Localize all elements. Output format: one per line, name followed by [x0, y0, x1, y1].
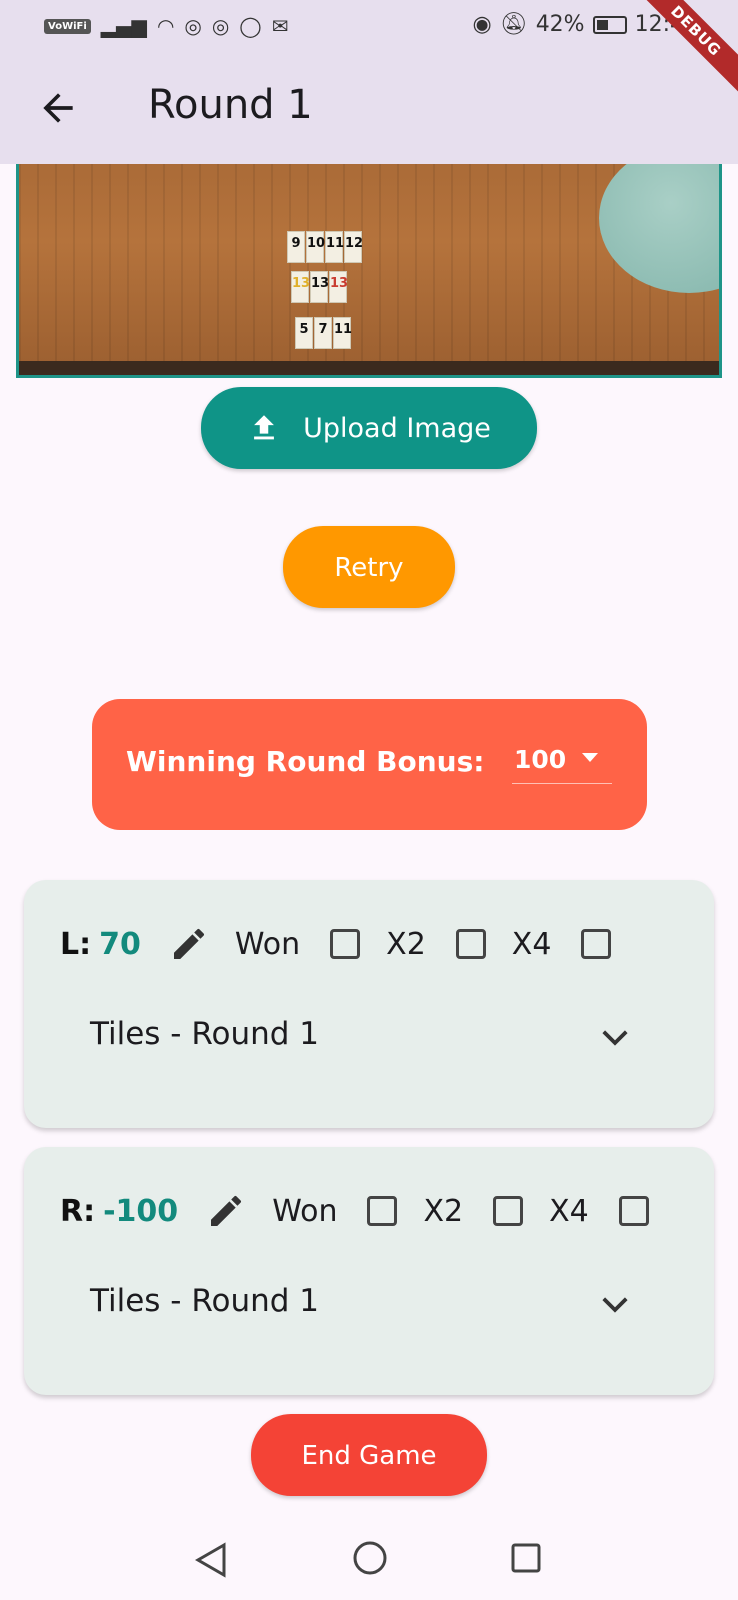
x4-label: X4	[511, 926, 552, 962]
tile: 9	[287, 231, 305, 263]
nav-recents-icon[interactable]	[510, 1542, 542, 1574]
retry-button[interactable]: Retry	[283, 526, 455, 608]
battery-percent: 42%	[535, 12, 585, 37]
score-row: L: 70 Won X2 X4	[60, 924, 612, 964]
tile-row: 13 13 13	[291, 271, 348, 303]
back-arrow-icon[interactable]	[36, 86, 80, 130]
won-label: Won	[234, 926, 301, 962]
tiles-dropdown[interactable]: Tiles - Round 1	[90, 1008, 630, 1068]
x4-label: X4	[549, 1193, 589, 1229]
nav-home-icon[interactable]	[352, 1540, 388, 1576]
x2-label: X2	[386, 926, 426, 962]
player-tag: R:	[60, 1193, 96, 1229]
edit-icon[interactable]	[206, 1191, 246, 1231]
sync-icon: ◯	[239, 14, 262, 38]
tiles-dropdown[interactable]: Tiles - Round 1	[90, 1275, 630, 1335]
score-row: R: -100 Won X2 X4	[60, 1191, 649, 1231]
eye-icon: ◉	[472, 12, 492, 37]
wifi-icon: ◠	[156, 14, 175, 38]
status-left: VoWiFi ▂▄▆ ◠ ◎ ◎ ◯ ✉	[44, 14, 288, 38]
won-label: Won	[272, 1193, 338, 1229]
player-card-l: L: 70 Won X2 X4 Tiles - Round 1	[24, 880, 714, 1128]
upload-image-button[interactable]: Upload Image	[201, 387, 537, 469]
upload-icon	[254, 415, 275, 440]
instagram-icon: ◎	[184, 14, 202, 38]
edit-icon[interactable]	[169, 924, 209, 964]
x2-checkbox[interactable]	[455, 929, 486, 959]
system-nav-bar	[0, 1520, 738, 1600]
tile: 7	[314, 317, 332, 349]
x4-checkbox[interactable]	[618, 1196, 649, 1226]
dropdown-arrow-icon	[582, 753, 598, 762]
battery-icon	[592, 15, 627, 34]
player-score: -100	[103, 1193, 179, 1229]
status-bar: VoWiFi ▂▄▆ ◠ ◎ ◎ ◯ ✉ ◉ 🔕︎ 42% 12:42 DEBU…	[0, 0, 738, 104]
tile: 13	[291, 271, 310, 303]
tile-row: 5 7 11	[295, 317, 352, 349]
plate-decoration	[599, 153, 719, 293]
won-checkbox[interactable]	[330, 929, 361, 959]
upload-label: Upload Image	[303, 412, 491, 444]
bonus-label: Winning Round Bonus:	[126, 745, 485, 778]
table-edge	[19, 361, 719, 375]
tiles-label: Tiles - Round 1	[90, 1283, 319, 1319]
player-score: 70	[99, 926, 141, 962]
x2-checkbox[interactable]	[493, 1196, 524, 1226]
mute-icon: 🔕︎	[499, 12, 528, 37]
won-checkbox[interactable]	[367, 1196, 398, 1226]
end-game-button[interactable]: End Game	[251, 1414, 487, 1496]
mail-icon: ✉	[271, 14, 289, 38]
tile-row: 9 10 11 12	[287, 231, 363, 263]
x4-checkbox[interactable]	[581, 929, 612, 959]
instagram-icon: ◎	[211, 14, 230, 38]
tile: 13	[310, 271, 329, 303]
signal-icon: ▂▄▆	[100, 14, 147, 38]
tile: 11	[333, 317, 352, 349]
app-bar: Round 1	[0, 54, 738, 164]
player-card-r: R: -100 Won X2 X4 Tiles - Round 1	[24, 1147, 714, 1395]
bonus-card: Winning Round Bonus: 100	[92, 699, 647, 830]
tile: 11	[325, 231, 344, 263]
tile: 10	[306, 231, 325, 263]
tile: 12	[344, 231, 363, 263]
chevron-down-icon	[602, 1030, 628, 1046]
vowifi-badge: VoWiFi	[44, 18, 91, 34]
board-photo: 9 10 11 12 13 13 13 5 7 11	[16, 150, 722, 378]
page-title: Round 1	[148, 82, 313, 128]
tile: 5	[295, 317, 313, 349]
tile: 13	[329, 271, 348, 303]
x2-label: X2	[423, 1193, 464, 1229]
bonus-dropdown[interactable]: 100	[512, 739, 612, 784]
chevron-down-icon	[602, 1297, 628, 1313]
player-tag: L:	[60, 926, 92, 962]
tiles-label: Tiles - Round 1	[90, 1016, 319, 1052]
bonus-value: 100	[514, 745, 567, 774]
nav-back-icon[interactable]	[194, 1542, 228, 1578]
